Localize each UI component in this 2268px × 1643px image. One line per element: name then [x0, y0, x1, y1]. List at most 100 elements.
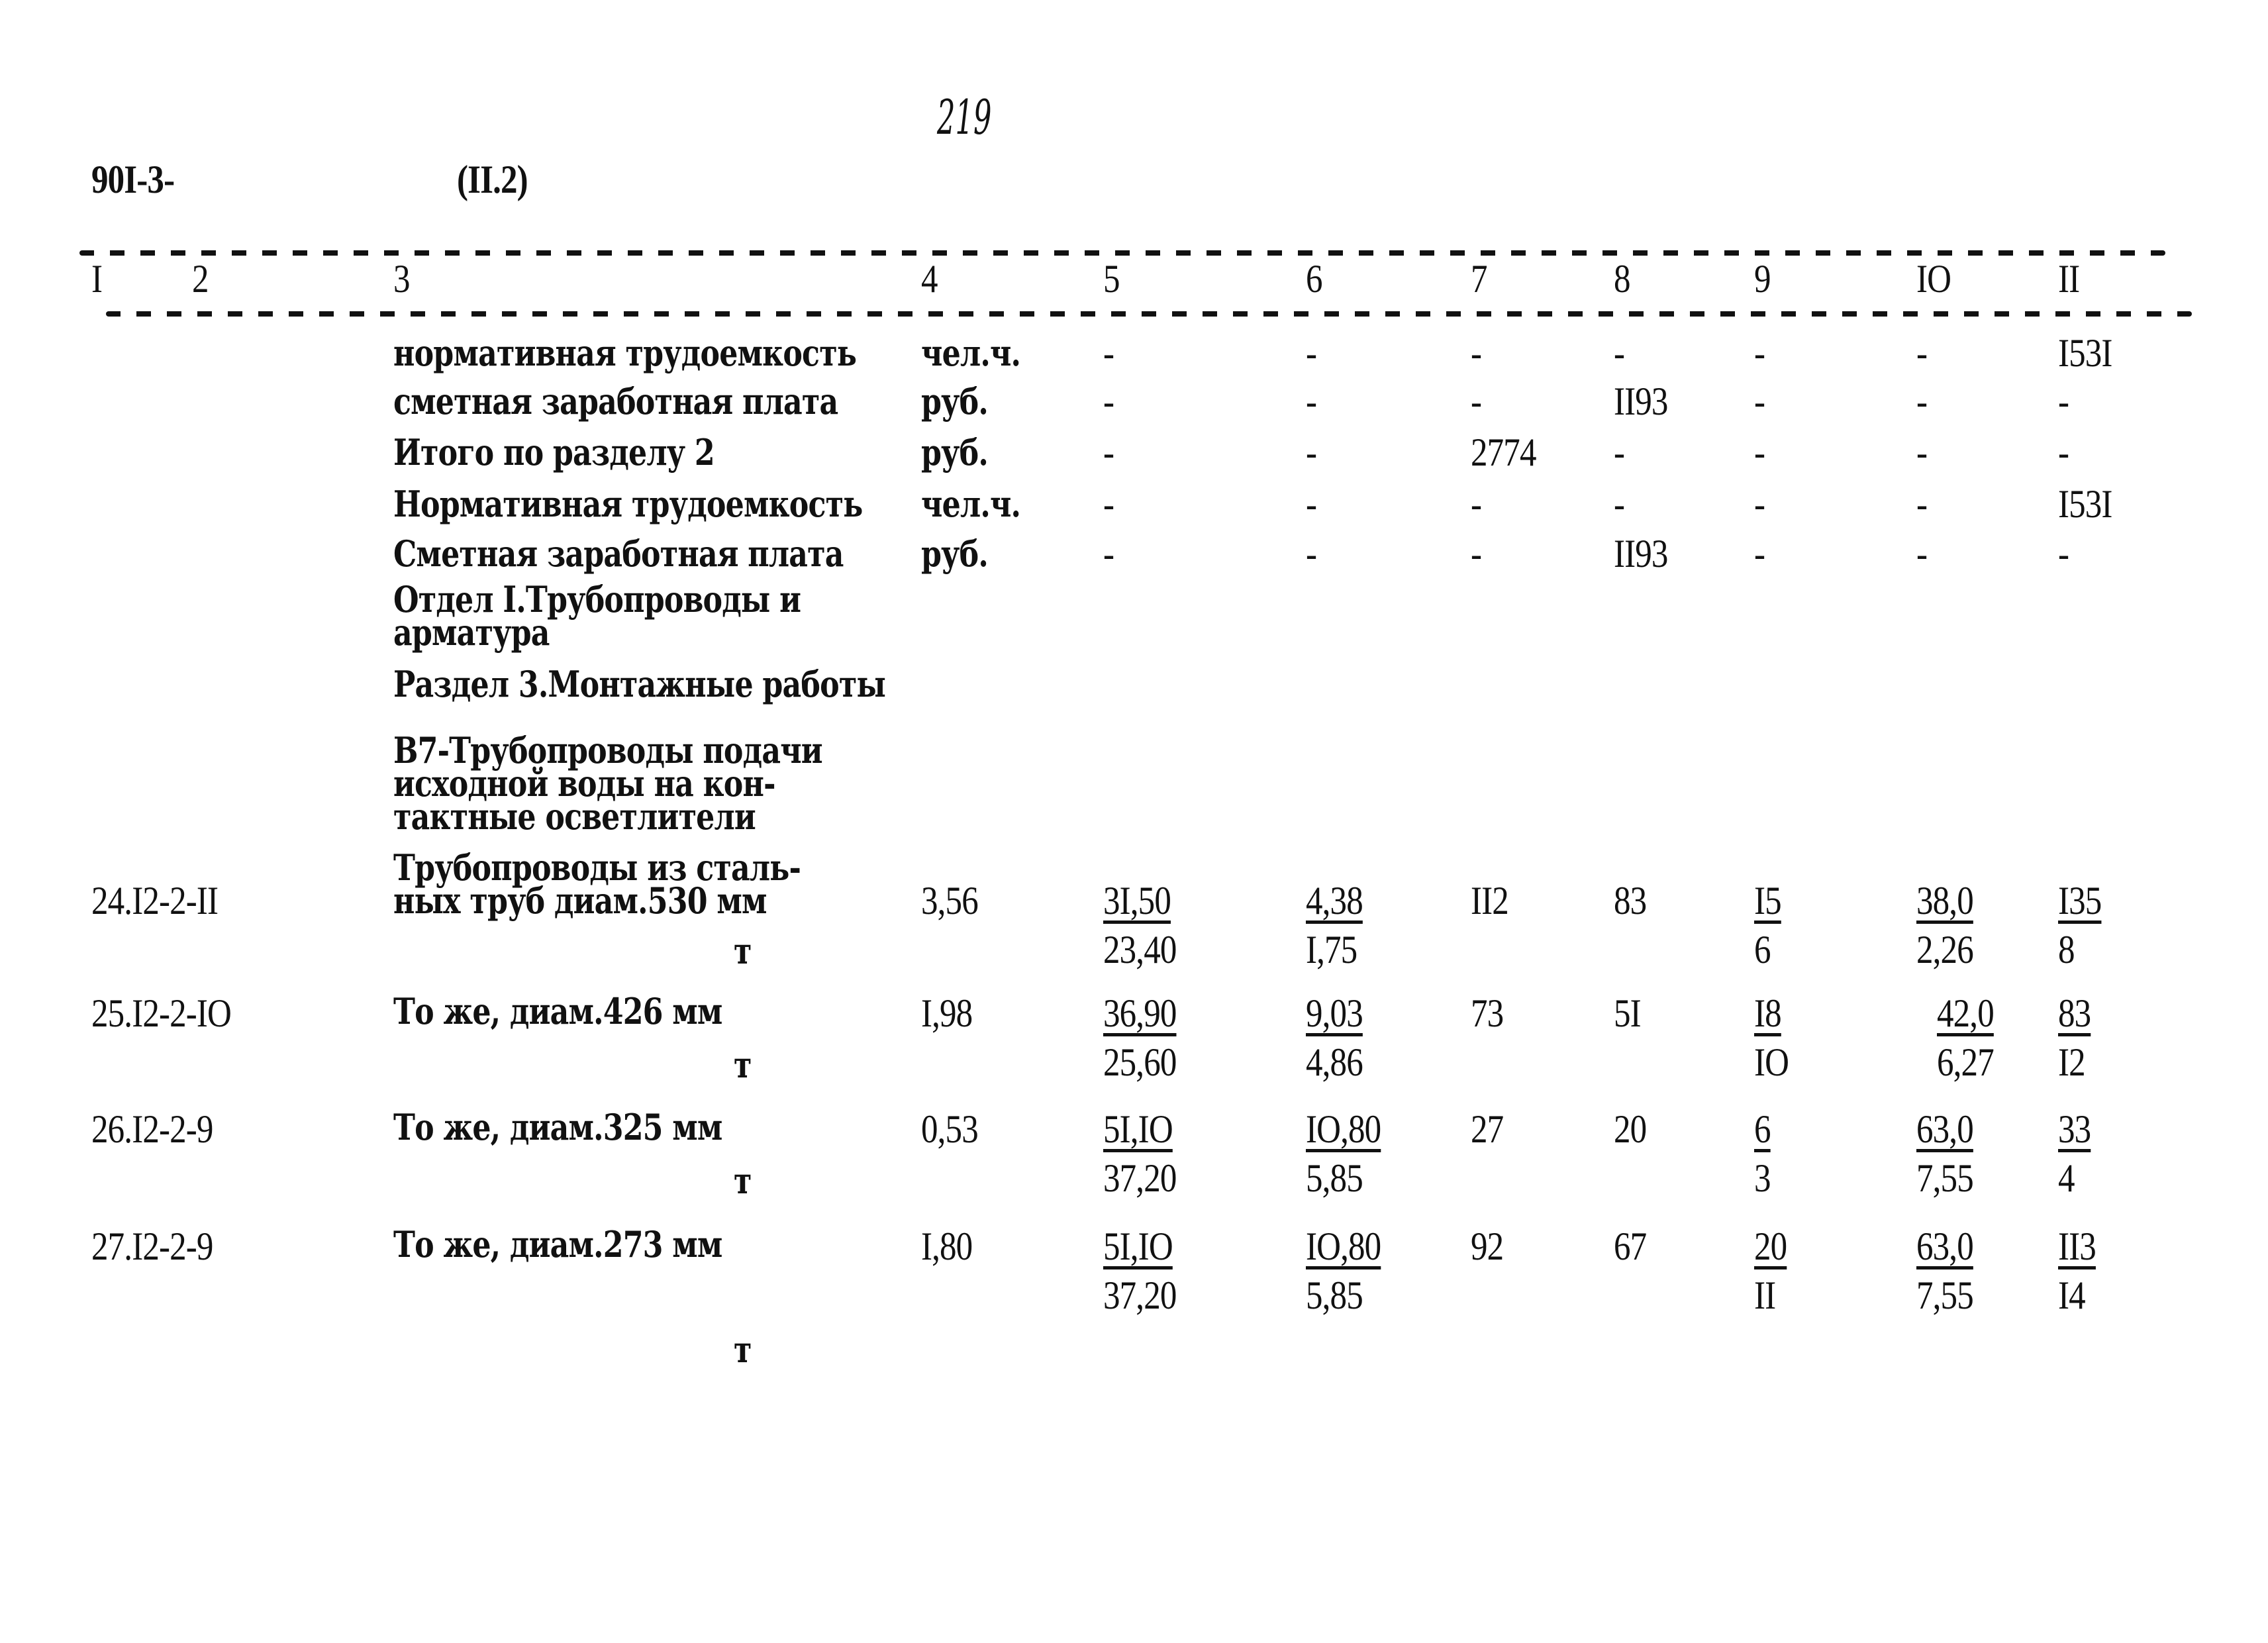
cell-8: 20 — [1614, 1107, 1647, 1151]
cell-11-bottom: I2 — [2058, 1040, 2086, 1084]
summary-cell-c6: - — [1306, 331, 1317, 375]
item-code: 25.I2-2-IO — [91, 991, 232, 1035]
item-quantity: I,80 — [921, 1224, 973, 1268]
cell-8: 67 — [1614, 1224, 1647, 1268]
summary-cell-c6: - — [1306, 532, 1317, 575]
item-unit: т — [734, 930, 752, 972]
col-header-7: 7 — [1471, 257, 1487, 301]
col-header-8: 8 — [1614, 257, 1630, 301]
summary-cell-c10: - — [1916, 331, 1928, 375]
summary-cell-c8: II93 — [1614, 379, 1668, 423]
summary-cell-c9: - — [1754, 532, 1765, 575]
heading-otdel: Отдел I.Трубопроводы и арматура — [393, 578, 801, 654]
col-header-10: IO — [1916, 257, 1951, 301]
cell-10-top: 63,0 — [1916, 1107, 1974, 1151]
cell-8: 83 — [1614, 879, 1647, 922]
summary-unit: руб. — [921, 532, 989, 575]
summary-cell-c9: - — [1754, 379, 1765, 423]
summary-cell-c10: - — [1916, 379, 1928, 423]
item-description: Трубопроводы из сталь- ных труб диам.530… — [393, 846, 801, 922]
summary-cell-c8: - — [1614, 331, 1625, 375]
summary-cell-c6: - — [1306, 430, 1317, 474]
cell-6-bottom: 5,85 — [1306, 1273, 1363, 1317]
col-header-11: II — [2058, 257, 2080, 301]
summary-label: нормативная трудоемкость — [393, 332, 857, 374]
cell-7: 27 — [1471, 1107, 1504, 1151]
item-description: То же, диам.273 мм — [393, 1223, 722, 1266]
cell-9-bottom: 3 — [1754, 1156, 1771, 1200]
section-reference: (II.2) — [457, 158, 528, 201]
summary-cell-c9: - — [1754, 482, 1765, 526]
summary-cell-c7: - — [1471, 482, 1482, 526]
cell-10-bottom: 2,26 — [1916, 928, 1974, 971]
summary-cell-c10: - — [1916, 482, 1928, 526]
col-header-2: 2 — [192, 257, 209, 301]
page-number: 219 — [937, 89, 992, 145]
header-top-rule — [79, 250, 2165, 256]
summary-unit: чел.ч. — [921, 332, 1021, 374]
summary-label: сметная заработная плата — [393, 380, 838, 423]
col-header-4: 4 — [921, 257, 938, 301]
summary-cell-c7: 2774 — [1471, 430, 1536, 474]
summary-unit: руб. — [921, 431, 989, 473]
summary-cell-c10: - — [1916, 532, 1928, 575]
cell-11-bottom: I4 — [2058, 1273, 2086, 1317]
cell-9-top: I5 — [1754, 879, 1782, 922]
summary-label: Итого по разделу 2 — [393, 431, 715, 473]
summary-cell-c9: - — [1754, 430, 1765, 474]
cell-7: 92 — [1471, 1224, 1504, 1268]
cell-11-top: I35 — [2058, 879, 2102, 922]
col-header-6: 6 — [1306, 257, 1323, 301]
cell-6-top: IO,80 — [1306, 1224, 1381, 1268]
summary-cell-c11: - — [2058, 430, 2069, 474]
summary-cell-c8: II93 — [1614, 532, 1668, 575]
cell-9-bottom: IO — [1754, 1040, 1789, 1084]
cell-6-top: 9,03 — [1306, 991, 1363, 1035]
cell-7: II2 — [1471, 879, 1509, 922]
cell-6-bottom: 4,86 — [1306, 1040, 1363, 1084]
summary-cell-c11: I53I — [2058, 331, 2112, 375]
cell-9-bottom: 6 — [1754, 928, 1771, 971]
cell-10-top: 42,0 — [1937, 991, 1995, 1035]
summary-cell-c5: - — [1103, 379, 1114, 423]
summary-cell-c6: - — [1306, 379, 1317, 423]
header-bottom-rule — [106, 311, 2192, 317]
cell-5-bottom: 37,20 — [1103, 1156, 1177, 1200]
cell-5-top: 36,90 — [1103, 991, 1177, 1035]
summary-cell-c11: - — [2058, 379, 2069, 423]
cell-6-bottom: 5,85 — [1306, 1156, 1363, 1200]
cell-6-bottom: I,75 — [1306, 928, 1357, 971]
item-unit: т — [734, 1160, 752, 1202]
cell-5-top: 5I,IO — [1103, 1224, 1173, 1268]
cell-5-bottom: 23,40 — [1103, 928, 1177, 971]
summary-cell-c9: - — [1754, 331, 1765, 375]
summary-cell-c8: - — [1614, 482, 1625, 526]
summary-cell-c8: - — [1614, 430, 1625, 474]
cell-8: 5I — [1614, 991, 1642, 1035]
cell-10-bottom: 7,55 — [1916, 1273, 1974, 1317]
item-quantity: 0,53 — [921, 1107, 979, 1151]
cell-11-top: 83 — [2058, 991, 2091, 1035]
document-code: 90I-3- — [91, 158, 175, 201]
cell-9-top: I8 — [1754, 991, 1782, 1035]
item-unit: т — [734, 1328, 752, 1371]
summary-cell-c7: - — [1471, 331, 1482, 375]
item-code: 24.I2-2-II — [91, 879, 219, 922]
col-header-5: 5 — [1103, 257, 1120, 301]
cell-5-top: 5I,IO — [1103, 1107, 1173, 1151]
cell-9-top: 20 — [1754, 1224, 1787, 1268]
cell-6-top: IO,80 — [1306, 1107, 1381, 1151]
cell-11-top: 33 — [2058, 1107, 2091, 1151]
cell-11-bottom: 8 — [2058, 928, 2075, 971]
summary-label: Сметная заработная плата — [393, 532, 844, 575]
summary-cell-c11: - — [2058, 532, 2069, 575]
item-quantity: I,98 — [921, 991, 973, 1035]
col-header-1: I — [91, 257, 103, 301]
summary-cell-c7: - — [1471, 532, 1482, 575]
item-description: То же, диам.325 мм — [393, 1106, 722, 1148]
summary-cell-c5: - — [1103, 331, 1114, 375]
heading-group: В7-Трубопроводы подачи исходной воды на … — [393, 729, 823, 838]
cell-5-bottom: 37,20 — [1103, 1273, 1177, 1317]
summary-cell-c5: - — [1103, 430, 1114, 474]
col-header-9: 9 — [1754, 257, 1771, 301]
